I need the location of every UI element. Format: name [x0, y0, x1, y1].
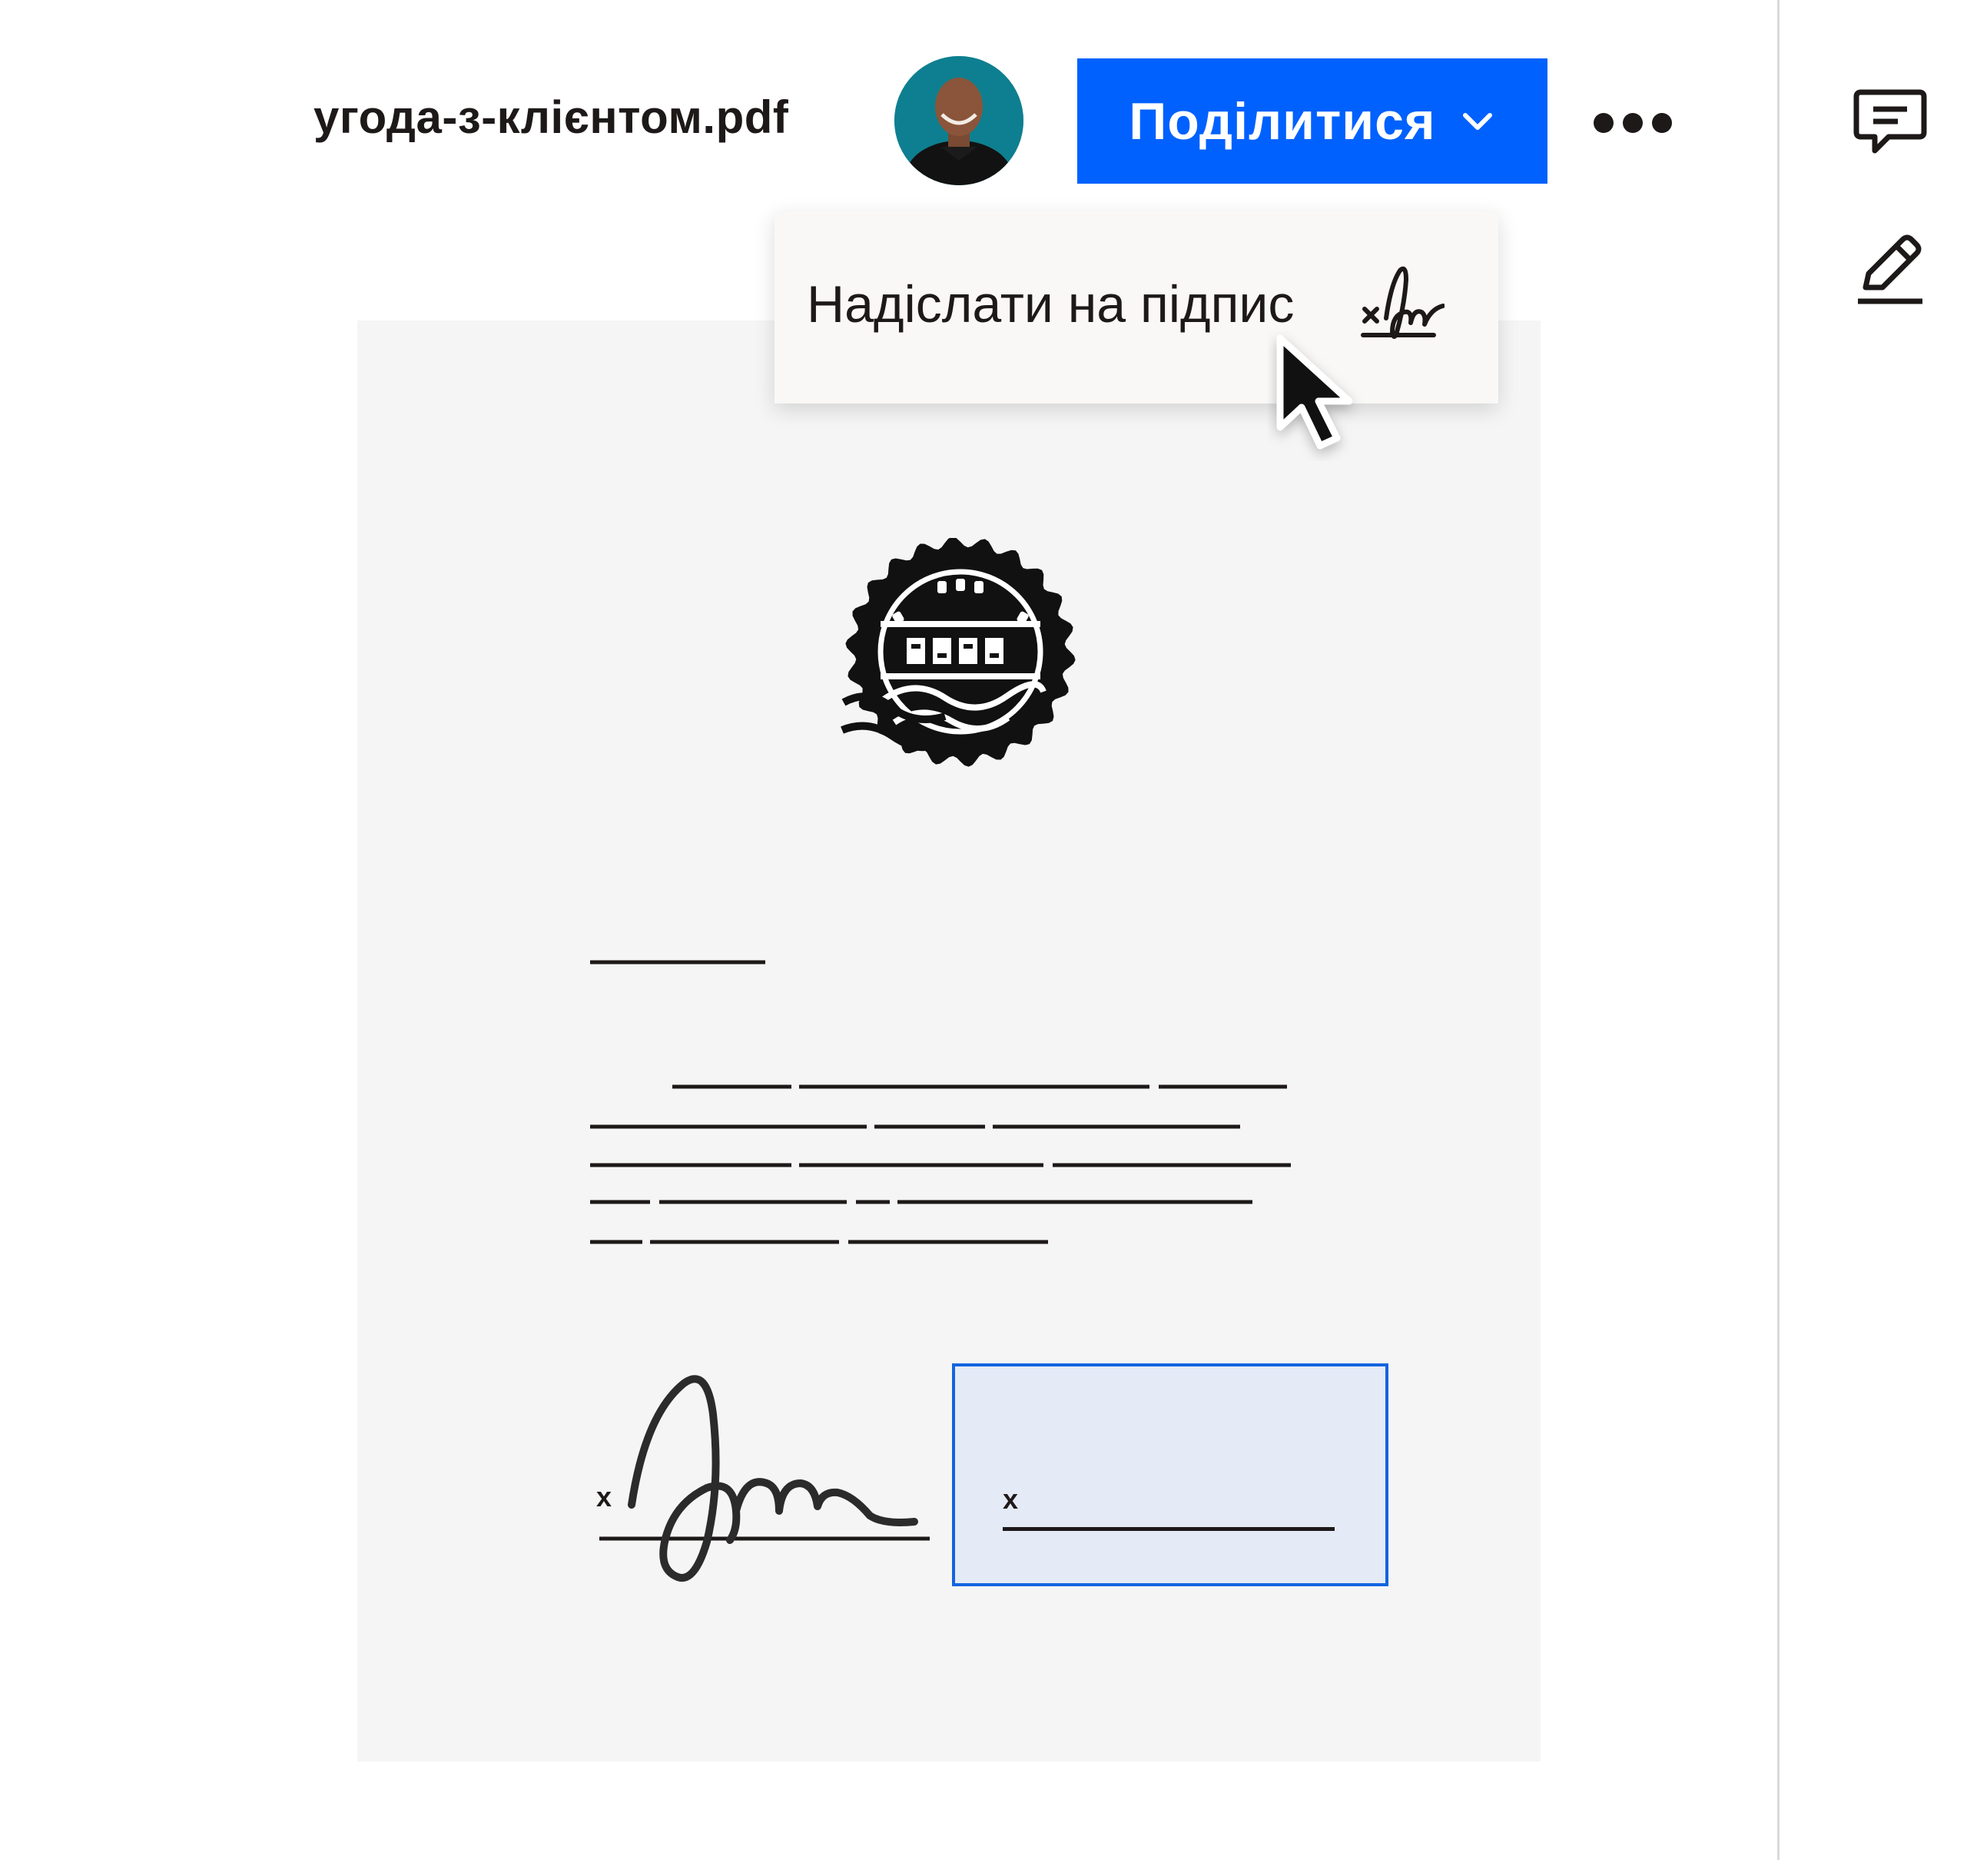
handwritten-signature — [599, 1375, 930, 1582]
sidebar-divider — [1777, 0, 1780, 1860]
signature-field[interactable]: x — [952, 1363, 1388, 1586]
signature-line — [1003, 1527, 1335, 1531]
pencil-icon — [1858, 234, 1922, 304]
avatar-photo — [894, 56, 1023, 185]
mouse-cursor-icon — [1268, 330, 1375, 465]
comment-icon — [1853, 89, 1927, 154]
share-dropdown-menu: Надіслати на підпис — [775, 211, 1498, 403]
user-avatar[interactable] — [894, 56, 1023, 185]
file-name: угода-з-клієнтом.pdf — [313, 91, 789, 143]
menu-item-label: Надіслати на підпис — [807, 275, 1295, 334]
signature-x-mark: x — [1003, 1483, 1019, 1515]
chevron-down-icon — [1462, 112, 1492, 130]
edit-button[interactable] — [1848, 227, 1932, 311]
menu-item-send-for-signature[interactable]: Надіслати на підпис — [775, 211, 1498, 403]
more-options-button[interactable] — [1591, 100, 1675, 146]
more-icon — [1594, 113, 1672, 133]
share-button-label: Поділитися — [1129, 91, 1436, 151]
share-button[interactable]: Поділитися — [1077, 58, 1547, 184]
company-seal — [838, 536, 1083, 780]
comments-button[interactable] — [1848, 81, 1932, 165]
